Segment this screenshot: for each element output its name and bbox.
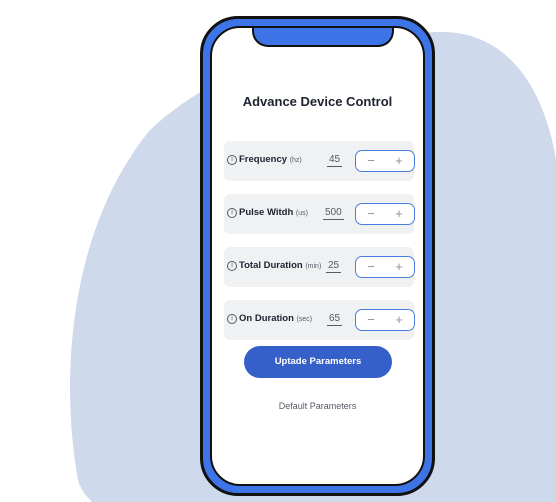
minus-button[interactable]: −: [357, 205, 385, 223]
plus-button[interactable]: +: [385, 205, 413, 223]
stepper-on-duration: − +: [355, 309, 415, 331]
param-value-on-duration[interactable]: 65: [327, 312, 343, 326]
param-row-frequency: i Frequency (hz) 45 − +: [224, 141, 415, 181]
stepper-frequency: − +: [355, 150, 415, 172]
param-row-total-duration: i Total Duration (min) 25 − +: [224, 247, 415, 287]
info-icon[interactable]: i: [227, 314, 237, 324]
stepper-pulse-width: − +: [355, 203, 415, 225]
info-icon[interactable]: i: [227, 261, 237, 271]
minus-button[interactable]: −: [357, 258, 385, 276]
plus-button[interactable]: +: [385, 311, 413, 329]
param-row-pulse-width: i Pulse Witdh (us) 500 − +: [224, 194, 415, 234]
param-value-total-duration[interactable]: 25: [326, 259, 342, 273]
phone-screen: Advance Device Control i Frequency (hz) 4…: [210, 26, 425, 486]
plus-button[interactable]: +: [385, 152, 413, 170]
param-label-total-duration: i Total Duration (min): [227, 260, 321, 271]
update-parameters-button[interactable]: Uptade Parameters: [244, 346, 392, 378]
param-unit: (hz): [289, 157, 302, 164]
stepper-total-duration: − +: [355, 256, 415, 278]
param-name: Total Duration: [239, 260, 303, 271]
default-parameters-button[interactable]: Default Parameters: [212, 401, 423, 411]
param-value-frequency[interactable]: 45: [327, 153, 343, 167]
param-label-on-duration: i On Duration (sec): [227, 313, 312, 324]
page-title: Advance Device Control: [242, 94, 393, 109]
phone-notch: [252, 28, 394, 47]
canvas: Advance Device Control i Frequency (hz) 4…: [0, 0, 556, 502]
minus-button[interactable]: −: [357, 152, 385, 170]
param-name: Frequency: [239, 154, 288, 165]
plus-button[interactable]: +: [385, 258, 413, 276]
param-row-on-duration: i On Duration (sec) 65 − +: [224, 300, 415, 340]
param-name: On Duration: [239, 313, 294, 324]
param-unit: (min): [305, 263, 322, 270]
info-icon[interactable]: i: [227, 155, 237, 165]
info-icon[interactable]: i: [227, 208, 237, 218]
param-unit: (us): [295, 210, 308, 217]
param-label-frequency: i Frequency (hz): [227, 154, 302, 165]
param-unit: (sec): [296, 316, 313, 323]
param-value-pulse-width[interactable]: 500: [323, 206, 344, 220]
phone-frame: Advance Device Control i Frequency (hz) 4…: [200, 16, 435, 496]
minus-button[interactable]: −: [357, 311, 385, 329]
param-name: Pulse Witdh: [239, 207, 294, 218]
param-label-pulse-width: i Pulse Witdh (us): [227, 207, 308, 218]
